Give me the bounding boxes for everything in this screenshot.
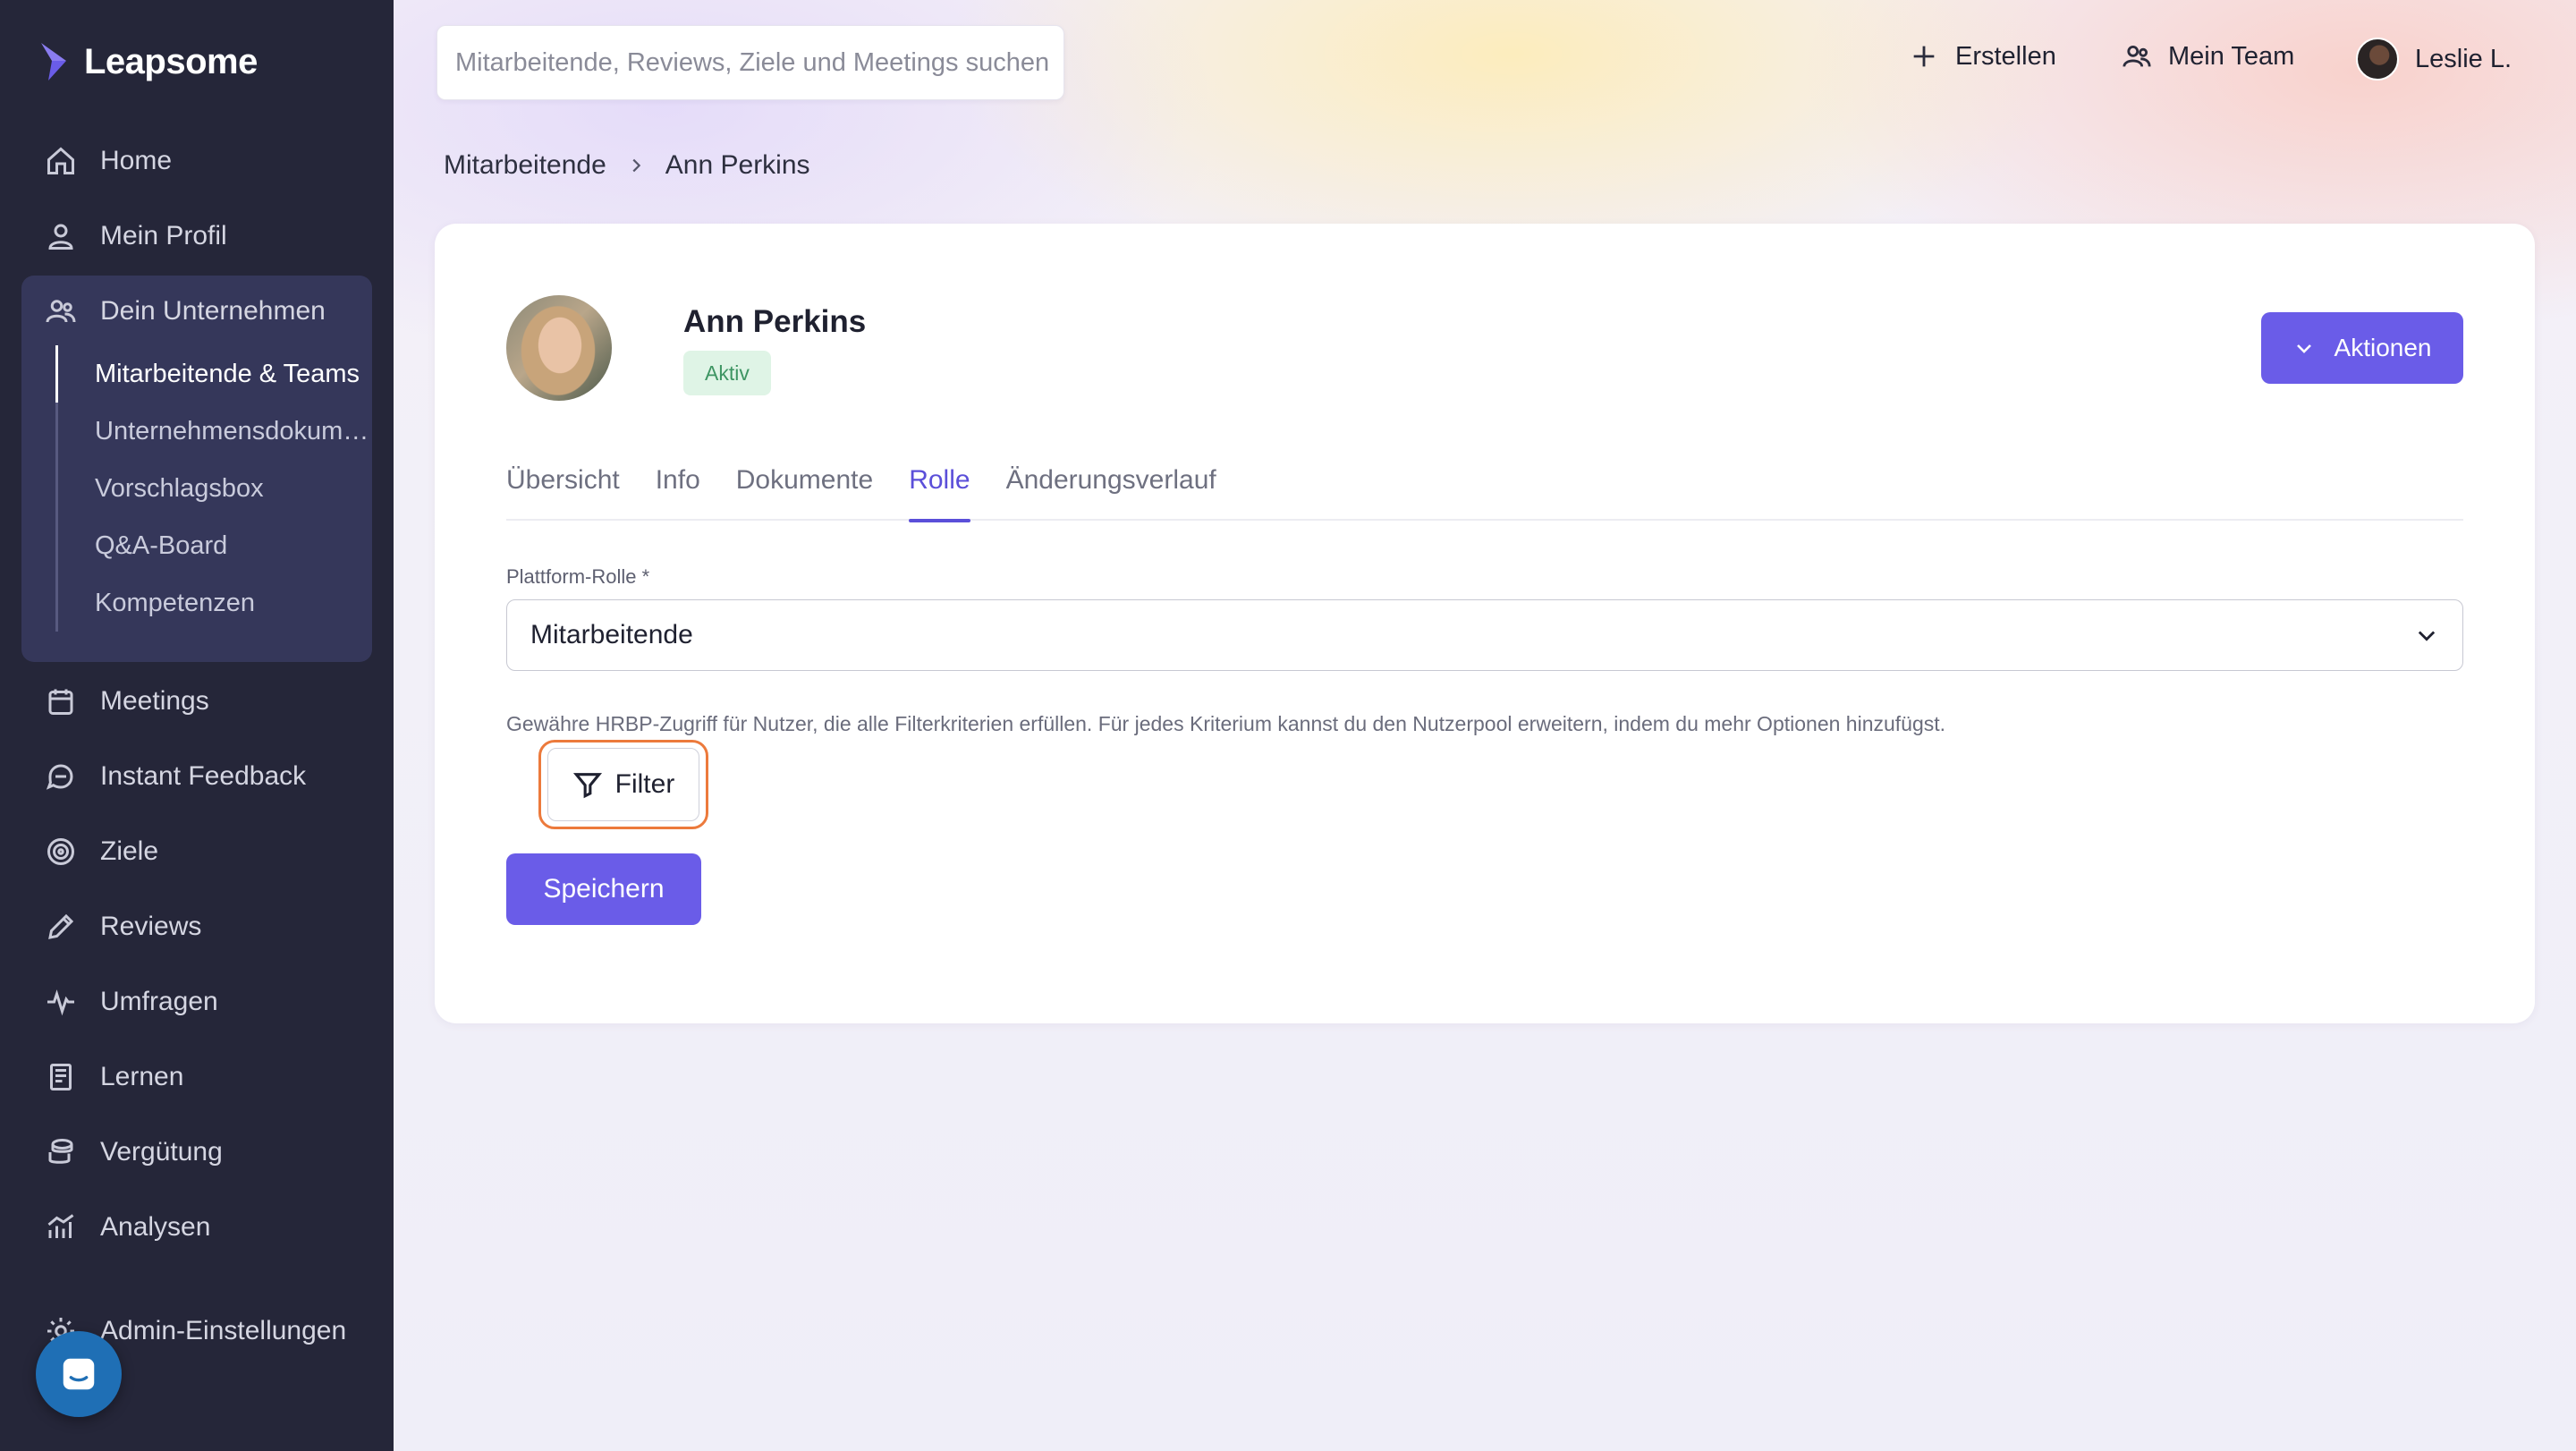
chat-launcher-icon	[63, 1358, 95, 1390]
sidebar-item-home[interactable]: Home	[45, 139, 172, 183]
subnav-item-competencies[interactable]: Kompetenzen	[95, 589, 372, 618]
create-button[interactable]: Erstellen	[1909, 41, 2056, 72]
sidebar-item-reviews[interactable]: Reviews	[45, 904, 201, 949]
user-avatar	[2356, 38, 2399, 81]
tab-role[interactable]: Rolle	[909, 460, 970, 522]
user-icon	[48, 224, 73, 250]
tab-change-history[interactable]: Änderungsverlauf	[1006, 460, 1216, 521]
sidebar-item-label: Umfragen	[100, 987, 218, 1016]
subnav-item-qa-board[interactable]: Q&A-Board	[95, 531, 372, 561]
pencil-icon	[48, 913, 74, 939]
main-area: Erstellen Mein Team Leslie L. Mitarbeite…	[394, 0, 2576, 1451]
pulse-icon	[47, 989, 74, 1016]
user-menu-button[interactable]: Leslie L.	[2356, 38, 2512, 81]
sidebar-item-instant-feedback[interactable]: Instant Feedback	[45, 754, 306, 799]
actions-button[interactable]: Aktionen	[2261, 312, 2463, 384]
save-button[interactable]: Speichern	[506, 853, 701, 925]
book-icon	[50, 1064, 72, 1090]
sidebar-item-label: Lernen	[100, 1062, 184, 1091]
sidebar-item-label: Home	[100, 146, 173, 175]
chart-icon	[47, 1214, 74, 1238]
subnav-item-suggestion-box[interactable]: Vorschlagsbox	[95, 474, 372, 504]
sidebar-item-label: Mein Profil	[100, 221, 227, 250]
sidebar-item-goals[interactable]: Ziele	[45, 829, 158, 874]
profile-avatar	[506, 295, 612, 401]
tab-documents[interactable]: Dokumente	[736, 460, 873, 521]
chevron-down-icon	[2296, 344, 2311, 353]
sidebar: Leapsome Home Mein Profil Dein Unternehm…	[0, 0, 394, 1451]
leapsome-logo-icon	[41, 43, 66, 81]
filter-label: Filter	[614, 769, 675, 799]
create-label: Erstellen	[1955, 41, 2056, 71]
brand-name: Leapsome	[84, 41, 258, 81]
search-input[interactable]	[455, 47, 1063, 78]
profile-tabs: Übersicht Info Dokumente Rolle Änderungs…	[506, 460, 2463, 522]
support-chat-button[interactable]	[36, 1331, 122, 1417]
sidebar-item-company[interactable]: Dein Unternehmen	[45, 289, 326, 334]
plus-icon	[1913, 46, 1935, 67]
sidebar-item-label: Vergütung	[100, 1137, 223, 1167]
breadcrumb-link-employees[interactable]: Mitarbeitende	[444, 150, 606, 181]
target-icon	[47, 838, 74, 865]
brand-logo[interactable]: Leapsome	[39, 41, 258, 82]
hrbp-help-text: Gewähre HRBP-Zugriff für Nutzer, die all…	[506, 712, 1946, 735]
subnav-item-company-documents[interactable]: Unternehmensdokumente	[95, 417, 372, 446]
people-icon	[46, 300, 76, 323]
breadcrumb-current: Ann Perkins	[665, 150, 810, 180]
chat-icon	[46, 764, 73, 790]
chevron-down-icon	[2418, 631, 2436, 641]
home-icon	[47, 147, 74, 174]
sidebar-item-compensation[interactable]: Vergütung	[45, 1130, 223, 1175]
filter-button[interactable]: Filter	[547, 748, 699, 821]
sidebar-item-label: Dein Unternehmen	[100, 296, 326, 326]
global-search[interactable]	[436, 25, 1064, 100]
sidebar-item-learning[interactable]: Lernen	[45, 1055, 183, 1099]
actions-label: Aktionen	[2334, 334, 2432, 361]
sidebar-item-analytics[interactable]: Analysen	[45, 1205, 210, 1250]
sidebar-item-label: Analysen	[100, 1212, 211, 1242]
sidebar-item-label: Meetings	[100, 686, 209, 716]
platform-role-label: Plattform-Rolle *	[506, 565, 650, 588]
sidebar-item-label: Reviews	[100, 912, 202, 941]
filter-icon	[572, 773, 602, 799]
chevron-right-icon	[632, 158, 641, 173]
tab-info[interactable]: Info	[656, 460, 700, 521]
coins-icon	[48, 1139, 73, 1164]
user-name: Leslie L.	[2415, 44, 2512, 73]
breadcrumb: Mitarbeitende Ann Perkins	[444, 150, 810, 181]
sidebar-item-surveys[interactable]: Umfragen	[45, 980, 218, 1024]
profile-card: Ann Perkins Aktiv Aktionen Übersicht Inf…	[435, 224, 2535, 1023]
tab-overview[interactable]: Übersicht	[506, 460, 620, 521]
sidebar-item-label: Admin-Einstellungen	[100, 1316, 347, 1345]
sidebar-item-profile[interactable]: Mein Profil	[45, 214, 227, 259]
platform-role-value: Mitarbeitende	[530, 620, 693, 649]
sidebar-item-label: Ziele	[100, 836, 159, 866]
my-team-button[interactable]: Mein Team	[2122, 41, 2294, 72]
subnav-active-indicator	[55, 345, 58, 403]
calendar-icon	[48, 689, 73, 715]
sidebar-item-meetings[interactable]: Meetings	[45, 679, 209, 724]
my-team-label: Mein Team	[2168, 41, 2295, 71]
status-badge: Aktiv	[683, 351, 771, 395]
subnav-item-employees-teams[interactable]: Mitarbeitende & Teams	[95, 360, 372, 389]
sidebar-item-label: Instant Feedback	[100, 761, 307, 791]
team-icon	[2123, 45, 2151, 67]
platform-role-select[interactable]: Mitarbeitende	[506, 599, 2463, 671]
profile-name: Ann Perkins	[683, 304, 867, 339]
